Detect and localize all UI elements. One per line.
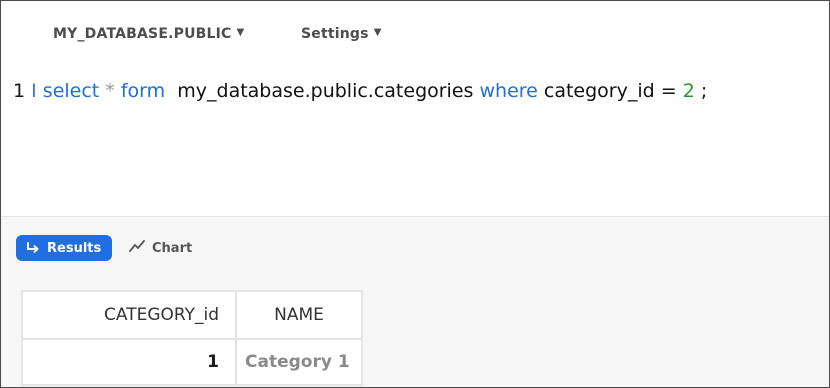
settings-menu-label: Settings: [301, 26, 369, 42]
results-tab[interactable]: Results: [16, 235, 113, 261]
dropdown-arrow-icon: ▼: [236, 27, 245, 38]
database-selector[interactable]: MY_DATABASE.PUBLIC ▼: [53, 26, 244, 42]
sql-editor[interactable]: 1 I select * form my_database.public.cat…: [1, 65, 829, 216]
keyword-form: form: [120, 80, 166, 102]
keyword-where: where: [479, 80, 538, 102]
line-number: 1: [13, 80, 26, 102]
results-panel: CATEGORY_id NAME 1 Category 1: [1, 279, 829, 387]
return-arrow-icon: [26, 242, 40, 254]
column-header-name[interactable]: NAME: [235, 290, 363, 340]
line-chart-icon: [129, 240, 145, 256]
keyword-select: select: [42, 80, 100, 102]
text-cursor: I: [31, 80, 37, 102]
column-header-category-id[interactable]: CATEGORY_id: [21, 290, 237, 340]
settings-menu[interactable]: Settings ▼: [301, 26, 382, 42]
code-line[interactable]: 1 I select * form my_database.public.cat…: [13, 80, 707, 102]
column-identifier: category_id: [543, 80, 655, 102]
database-selector-label: MY_DATABASE.PUBLIC: [53, 26, 232, 42]
semicolon-token: ;: [700, 80, 708, 102]
table-row: 1 Category 1: [21, 338, 363, 386]
chart-tab-label: Chart: [152, 240, 193, 256]
number-literal: 2: [682, 80, 695, 102]
sql-worksheet: MY_DATABASE.PUBLIC ▼ Settings ▼ 1 I select…: [0, 0, 830, 388]
worksheet-toolbar: MY_DATABASE.PUBLIC ▼ Settings ▼: [1, 1, 829, 65]
table-cell[interactable]: Category 1: [235, 338, 363, 386]
chart-tab[interactable]: Chart: [129, 240, 192, 256]
operator-token: =: [660, 80, 677, 102]
results-table: CATEGORY_id NAME 1 Category 1: [21, 290, 363, 386]
wildcard-token: *: [105, 80, 115, 102]
table-identifier: my_database.public.categories: [177, 80, 474, 102]
dropdown-arrow-icon: ▼: [373, 27, 382, 38]
results-toolbar: Results Chart: [1, 216, 829, 280]
results-tab-label: Results: [47, 240, 102, 256]
table-cell[interactable]: 1: [21, 338, 237, 386]
table-header-row: CATEGORY_id NAME: [21, 290, 363, 340]
